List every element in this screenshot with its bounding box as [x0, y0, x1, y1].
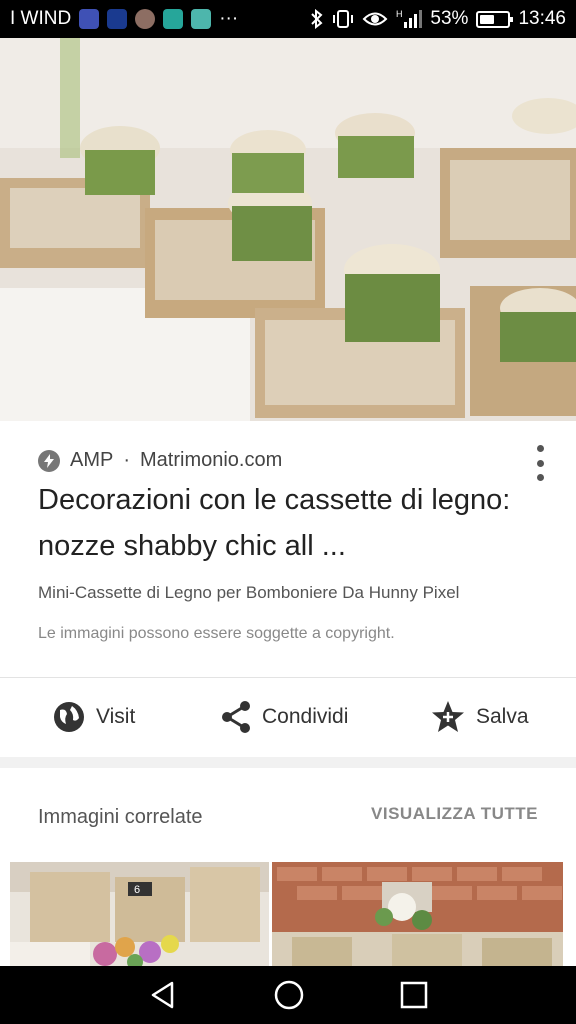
app-notification-icon — [107, 9, 128, 29]
save-button[interactable]: Salva — [430, 700, 529, 734]
signal-icon: H — [396, 9, 423, 28]
eye-icon — [363, 12, 388, 26]
app-notification-icon — [79, 9, 100, 29]
result-title[interactable]: Decorazioni con le cassette di legno: no… — [38, 477, 538, 569]
related-image-2[interactable] — [272, 862, 563, 968]
related-images-title: Immagini correlate — [38, 806, 203, 828]
recent-apps-icon[interactable] — [400, 981, 428, 1009]
amp-lightning-icon — [38, 449, 60, 472]
globe-icon — [54, 702, 84, 732]
svg-text:H: H — [396, 9, 403, 19]
share-button[interactable]: Condividi — [220, 700, 348, 734]
star-plus-icon — [432, 701, 464, 732]
share-icon — [222, 701, 250, 733]
result-source[interactable]: AMP · Matrimonio.com — [38, 449, 282, 472]
system-navigation-bar — [0, 966, 576, 1024]
source-separator: · — [123, 449, 131, 471]
vibrate-icon — [333, 10, 354, 28]
status-bar: I WIND ··· H 53% 13:46 — [0, 0, 576, 38]
back-icon[interactable] — [148, 980, 178, 1010]
app-notification-icon — [163, 9, 184, 29]
clock: 13:46 — [518, 8, 566, 29]
carrier-name: I WIND — [10, 8, 72, 29]
source-prefix: AMP — [70, 449, 114, 471]
home-icon[interactable] — [273, 979, 305, 1011]
view-all-button[interactable]: VISUALIZZA TUTTE — [371, 804, 538, 824]
visit-label: Visit — [96, 705, 136, 728]
app-notification-icon — [191, 9, 212, 29]
source-site: Matrimonio.com — [140, 449, 283, 471]
save-label: Salva — [476, 705, 529, 728]
result-card: AMP · Matrimonio.com Decorazioni con le … — [0, 421, 576, 757]
table-number-badge: 6 — [134, 884, 140, 896]
wooden-crate-favors-photo — [0, 38, 576, 421]
action-bar: Visit Condividi Salva — [0, 678, 576, 757]
result-image[interactable] — [0, 38, 576, 421]
bluetooth-icon — [311, 9, 323, 29]
copyright-notice: Le immagini possono essere soggette a co… — [38, 625, 395, 642]
battery-percent: 53% — [430, 8, 469, 29]
related-image-1[interactable]: 6 — [10, 862, 269, 968]
more-options-icon[interactable] — [534, 445, 546, 481]
more-notifications-icon: ··· — [219, 8, 239, 29]
visit-button[interactable]: Visit — [52, 700, 135, 734]
related-images-section: Immagini correlate VISUALIZZA TUTTE 6 — [0, 768, 576, 968]
share-label: Condividi — [262, 705, 349, 728]
battery-icon — [476, 10, 514, 28]
result-subtitle: Mini-Cassette di Legno per Bomboniere Da… — [38, 583, 460, 602]
avatar-notification-icon — [135, 9, 156, 29]
